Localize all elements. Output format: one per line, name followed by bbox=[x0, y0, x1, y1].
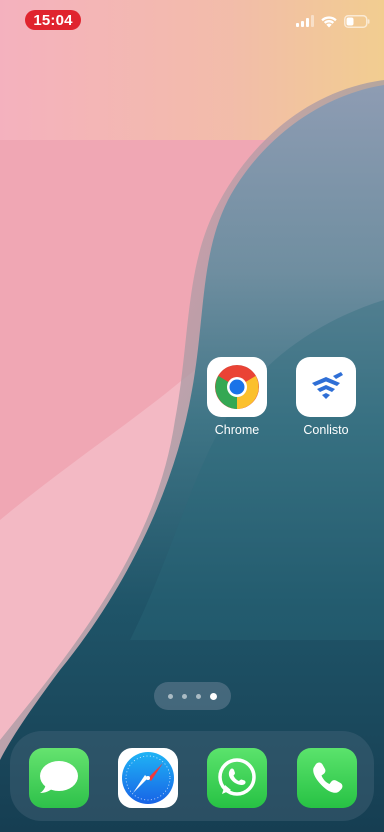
page-dot[interactable] bbox=[196, 693, 201, 699]
safari-icon bbox=[122, 752, 174, 804]
app-label: Conlisto bbox=[303, 423, 349, 437]
dock bbox=[10, 731, 374, 821]
status-bar: 15:04 bbox=[0, 0, 384, 40]
battery-icon bbox=[344, 14, 370, 28]
whatsapp-icon bbox=[218, 758, 256, 796]
app-chrome[interactable]: Chrome bbox=[207, 357, 267, 437]
app-tile[interactable] bbox=[296, 357, 356, 417]
page-dot[interactable] bbox=[182, 693, 187, 699]
home-screen: 15:04 Chrome Conlisto bbox=[0, 0, 384, 832]
dock-messages[interactable] bbox=[29, 748, 89, 808]
page-dot[interactable] bbox=[168, 693, 173, 699]
chrome-icon bbox=[215, 365, 259, 409]
page-dot-active[interactable] bbox=[210, 692, 217, 700]
app-label: Chrome bbox=[214, 423, 260, 437]
conlisto-icon bbox=[312, 372, 343, 399]
wifi-icon bbox=[321, 15, 337, 27]
phone-icon bbox=[313, 762, 343, 793]
status-icons bbox=[296, 13, 370, 29]
status-time[interactable]: 15:04 bbox=[25, 10, 81, 30]
app-tile[interactable] bbox=[207, 357, 267, 417]
dock-safari[interactable] bbox=[118, 748, 178, 808]
dock-phone[interactable] bbox=[297, 748, 357, 808]
page-indicator[interactable] bbox=[154, 682, 231, 710]
messages-icon bbox=[40, 761, 78, 793]
cellular-signal-icon bbox=[296, 15, 314, 27]
dock-whatsapp[interactable] bbox=[207, 748, 267, 808]
app-conlisto[interactable]: Conlisto bbox=[296, 357, 356, 437]
